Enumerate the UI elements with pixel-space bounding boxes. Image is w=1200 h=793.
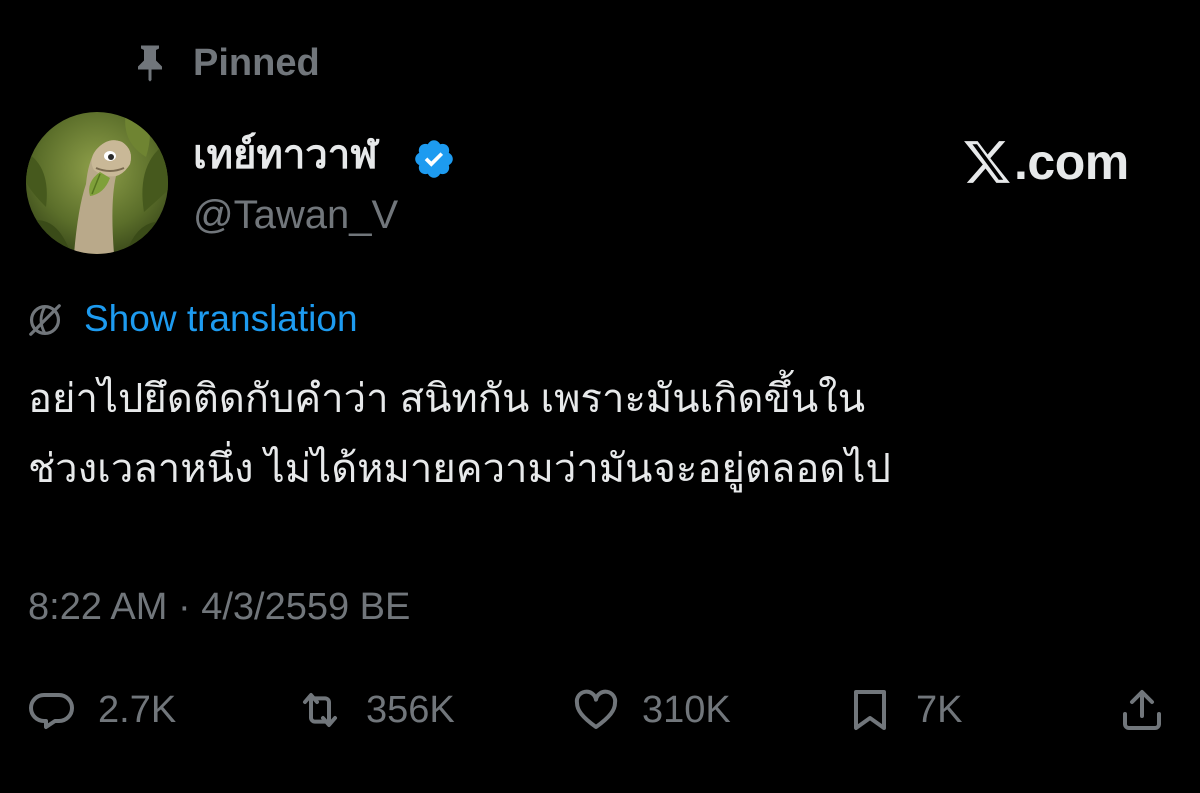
repost-count: 356K	[366, 689, 455, 731]
share-button[interactable]	[1118, 682, 1166, 738]
author-display-name[interactable]: เทย์ทาวาฬ	[193, 130, 378, 180]
tweet-timestamp[interactable]: 8:22 AM · 4/3/2559 BE	[28, 583, 410, 631]
bookmark-button[interactable]: 7K	[846, 682, 962, 738]
repost-button[interactable]: 356K	[296, 682, 455, 738]
bookmark-count: 7K	[916, 689, 963, 731]
verified-badge-icon	[415, 140, 453, 178]
tweet-text-line: ช่วงเวลาหนึ่ง ไม่ได้หมายความว่ามันจะอยู่…	[28, 447, 891, 491]
reply-button[interactable]: 2.7K	[28, 682, 176, 738]
x-logo-icon	[964, 141, 1010, 183]
reply-count: 2.7K	[98, 689, 177, 731]
x-com-watermark: .com	[962, 132, 1129, 192]
tweet-text-line: อย่าไปยึดติดกับคำว่า สนิทกัน เพราะมันเกิ…	[28, 377, 866, 421]
like-button[interactable]: 310K	[572, 682, 731, 738]
pin-icon	[138, 45, 162, 82]
tweet-text: อย่าไปยึดติดกับคำว่า สนิทกัน เพราะมันเกิ…	[28, 364, 1178, 504]
pinned-label: Pinned	[193, 42, 320, 84]
globe-icon	[29, 304, 61, 336]
like-count: 310K	[642, 689, 731, 731]
reply-icon	[29, 693, 74, 729]
repost-icon	[303, 693, 337, 727]
heart-icon	[574, 689, 618, 729]
avatar-image	[26, 112, 168, 254]
watermark-text: .com	[1014, 134, 1129, 190]
avatar[interactable]	[26, 112, 168, 254]
bookmark-icon	[854, 690, 886, 730]
share-icon	[1123, 690, 1161, 730]
author-handle[interactable]: @Tawan_V	[193, 190, 398, 240]
show-translation-link[interactable]: Show translation	[84, 296, 358, 342]
